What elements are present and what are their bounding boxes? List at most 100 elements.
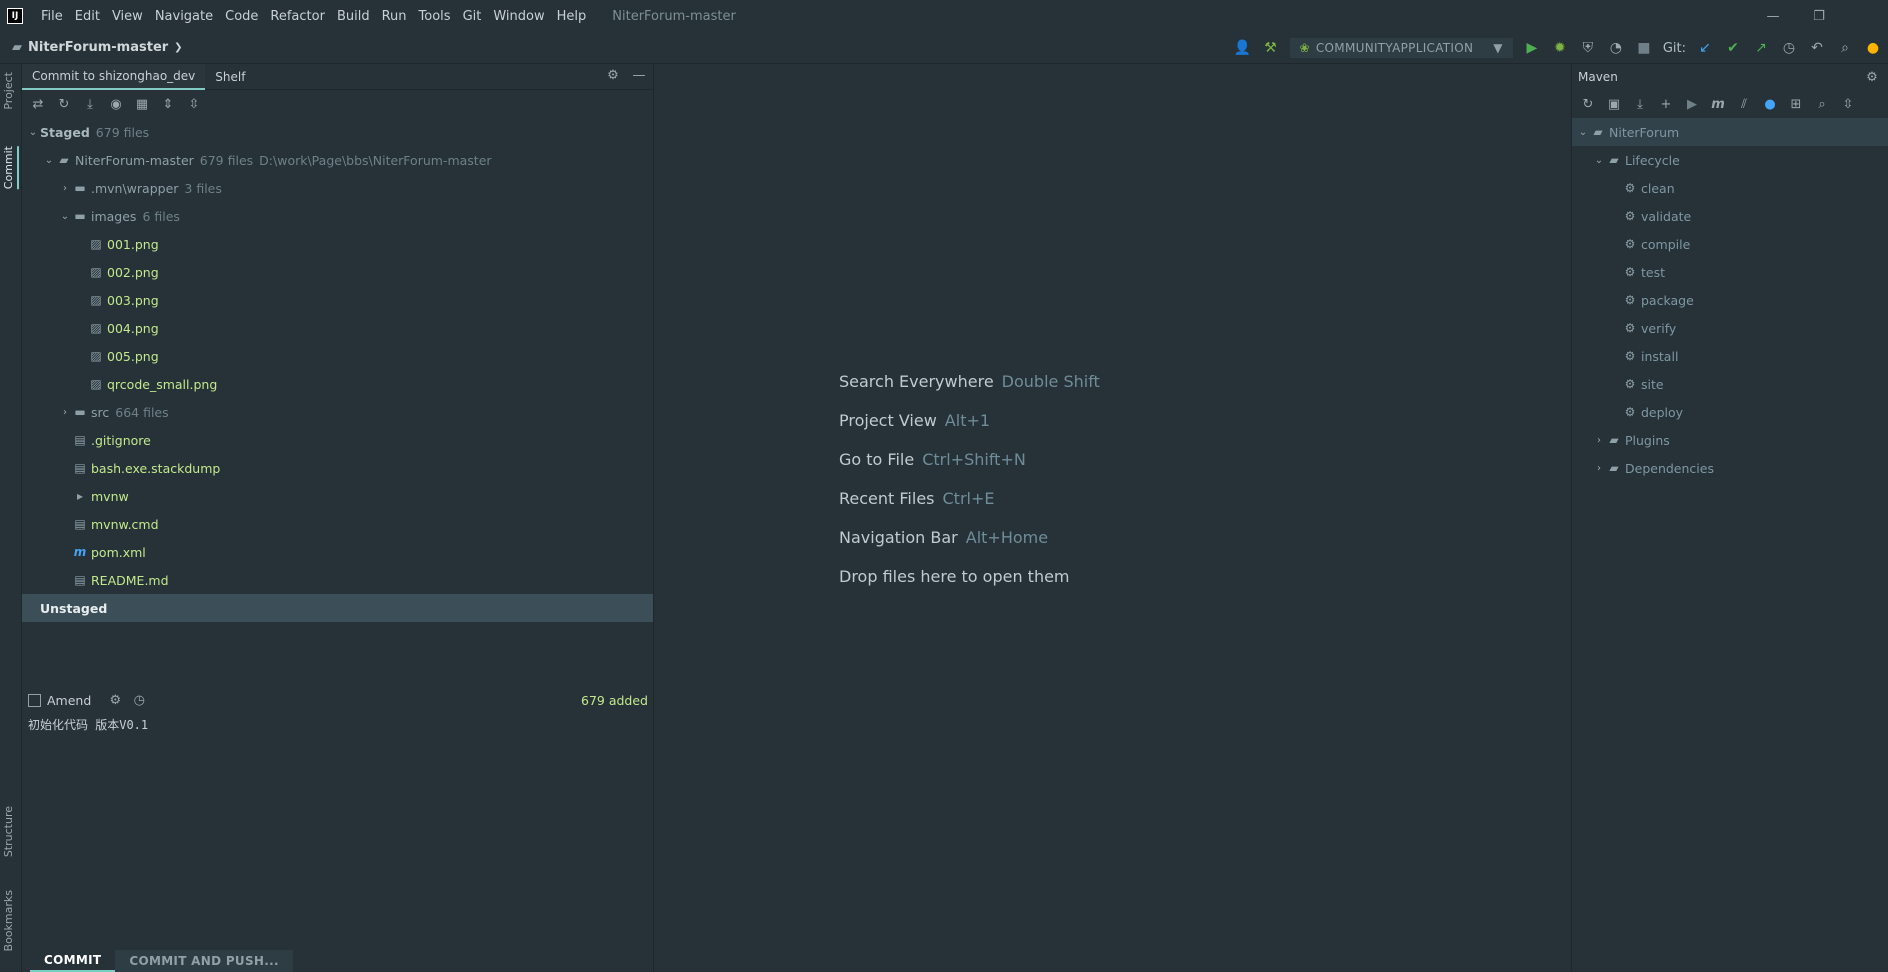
menu-run[interactable]: Run	[376, 9, 413, 24]
list-item[interactable]: ▸ mvnw	[22, 482, 653, 510]
stop-icon[interactable]: ■	[1635, 40, 1653, 56]
breadcrumb[interactable]: ▰ NiterForum-master ❯	[12, 40, 183, 55]
list-item[interactable]: ▨ 005.png	[22, 342, 653, 370]
expand-all-icon[interactable]: ⇕	[160, 97, 176, 112]
clock-icon[interactable]: ◷	[131, 693, 147, 708]
search-icon[interactable]: ⌕	[1814, 97, 1830, 112]
chevron-right-icon[interactable]: ›	[1592, 435, 1606, 446]
download-icon[interactable]: ⤓	[1632, 97, 1648, 112]
chevron-down-icon[interactable]: ⌄	[1592, 155, 1606, 166]
maven-goal[interactable]: ⚙ clean	[1572, 174, 1888, 202]
list-item[interactable]: ▨ qrcode_small.png	[22, 370, 653, 398]
maven-goal[interactable]: ⚙ compile	[1572, 230, 1888, 258]
toggle-offline-icon[interactable]: ⫽	[1736, 97, 1752, 112]
menu-file[interactable]: File	[35, 9, 69, 24]
tree-staged[interactable]: ⌄ Staged 679 files	[22, 118, 653, 146]
show-dependencies-icon[interactable]: ⊞	[1788, 97, 1804, 112]
menu-code[interactable]: Code	[219, 9, 264, 24]
collapse-all-icon[interactable]: ⇳	[1840, 97, 1856, 112]
commit-button[interactable]: COMMIT	[30, 950, 116, 972]
history-icon[interactable]: ◷	[1780, 40, 1798, 56]
maven-goal[interactable]: ⚙ test	[1572, 258, 1888, 286]
maven-goal[interactable]: ⚙ verify	[1572, 314, 1888, 342]
chevron-right-icon[interactable]: ›	[1592, 463, 1606, 474]
maven-plugins[interactable]: › ▰ Plugins	[1572, 426, 1888, 454]
add-icon[interactable]: +	[1658, 97, 1674, 112]
run-icon[interactable]: ▶	[1523, 40, 1541, 56]
rollback-icon[interactable]: ↶	[1808, 40, 1826, 56]
tree-images[interactable]: ⌄ ▬ images 6 files	[22, 202, 653, 230]
reload-icon[interactable]: ↻	[1580, 97, 1596, 112]
git-commit-icon[interactable]: ✔	[1724, 40, 1742, 56]
skip-tests-icon[interactable]: ●	[1762, 97, 1778, 112]
menu-tools[interactable]: Tools	[413, 9, 457, 24]
eye-icon[interactable]: ◉	[108, 97, 124, 112]
tab-shelf[interactable]: Shelf	[205, 64, 255, 90]
git-push-icon[interactable]: ↗	[1752, 40, 1770, 56]
maven-root-project[interactable]: ⌄ ▰ NiterForum	[1572, 118, 1888, 146]
tree-mvn-wrapper[interactable]: › ▬ .mvn\wrapper 3 files	[22, 174, 653, 202]
git-update-icon[interactable]: ↙	[1696, 40, 1714, 56]
menu-window[interactable]: Window	[487, 9, 550, 24]
menu-edit[interactable]: Edit	[69, 9, 106, 24]
list-item[interactable]: ▨ 001.png	[22, 230, 653, 258]
build-hammer-icon[interactable]: ⚒	[1262, 40, 1280, 56]
hide-panel-icon[interactable]: —	[631, 68, 647, 83]
maven-goal[interactable]: ⚙ install	[1572, 342, 1888, 370]
list-item[interactable]: ▤ mvnw.cmd	[22, 510, 653, 538]
minimize-icon[interactable]: —	[1750, 0, 1796, 32]
group-by-icon[interactable]: ▦	[134, 97, 150, 112]
maven-goal[interactable]: ⚙ package	[1572, 286, 1888, 314]
tree-src[interactable]: › ▬ src 664 files	[22, 398, 653, 426]
maven-goal[interactable]: ⚙ validate	[1572, 202, 1888, 230]
menu-build[interactable]: Build	[331, 9, 376, 24]
tab-structure[interactable]: Structure	[2, 806, 15, 857]
list-item[interactable]: ▤ bash.exe.stackdump	[22, 454, 653, 482]
diff-icon[interactable]: ⇄	[30, 97, 46, 112]
debug-icon[interactable]: ✹	[1551, 40, 1569, 56]
intellij-logo-icon[interactable]: IJ	[7, 8, 23, 24]
maven-lifecycle[interactable]: ⌄ ▰ Lifecycle	[1572, 146, 1888, 174]
chevron-down-icon[interactable]: ⌄	[26, 127, 40, 138]
run-configuration-select[interactable]: ❀ COMMUNITYAPPLICATION ▼	[1289, 38, 1513, 58]
chevron-right-icon[interactable]: ›	[58, 183, 72, 194]
chevron-down-icon[interactable]: ⌄	[58, 211, 72, 222]
list-item[interactable]: ▤ .gitignore	[22, 426, 653, 454]
menu-view[interactable]: View	[106, 9, 149, 24]
menu-help[interactable]: Help	[551, 9, 593, 24]
commit-and-push-button[interactable]: COMMIT AND PUSH...	[115, 950, 293, 972]
gear-icon[interactable]: ⚙	[107, 693, 123, 708]
tree-root[interactable]: ⌄ ▰ NiterForum-master 679 files D:\work\…	[22, 146, 653, 174]
run-icon[interactable]: ▶	[1684, 97, 1700, 112]
list-item[interactable]: ▨ 003.png	[22, 286, 653, 314]
chevron-right-icon[interactable]: ›	[58, 407, 72, 418]
maven-goal[interactable]: ⚙ deploy	[1572, 398, 1888, 426]
search-icon[interactable]: ⌕	[1836, 40, 1854, 56]
maven-goal[interactable]: ⚙ site	[1572, 370, 1888, 398]
collapse-all-icon[interactable]: ⇳	[186, 97, 202, 112]
tab-project[interactable]: Project	[2, 72, 15, 110]
restore-icon[interactable]: ❐	[1796, 0, 1842, 32]
list-item[interactable]: m pom.xml	[22, 538, 653, 566]
execute-goal-icon[interactable]: m	[1710, 97, 1726, 112]
tab-bookmarks[interactable]: Bookmarks	[2, 890, 15, 951]
chevron-down-icon[interactable]: ⌄	[42, 155, 56, 166]
menu-navigate[interactable]: Navigate	[149, 9, 219, 24]
profile-icon[interactable]: ◔	[1607, 40, 1625, 56]
update-icon[interactable]: ⤓	[82, 97, 98, 112]
amend-checkbox[interactable]	[28, 693, 41, 707]
menu-refactor[interactable]: Refactor	[264, 9, 331, 24]
coverage-icon[interactable]: ⛨	[1579, 40, 1597, 56]
tab-commit[interactable]: Commit	[2, 146, 19, 190]
maven-dependencies[interactable]: › ▰ Dependencies	[1572, 454, 1888, 482]
refresh-icon[interactable]: ↻	[56, 97, 72, 112]
tab-commit-to-branch[interactable]: Commit to shizonghao_dev	[22, 63, 206, 90]
gear-icon[interactable]: ⚙	[1864, 70, 1880, 85]
update-available-icon[interactable]: ●	[1864, 40, 1882, 56]
list-item[interactable]: ▨ 004.png	[22, 314, 653, 342]
menu-git[interactable]: Git	[457, 9, 488, 24]
generate-sources-icon[interactable]: ▣	[1606, 97, 1622, 112]
list-item[interactable]: ▨ 002.png	[22, 258, 653, 286]
gear-icon[interactable]: ⚙	[605, 68, 621, 83]
chevron-down-icon[interactable]: ⌄	[1576, 127, 1590, 138]
